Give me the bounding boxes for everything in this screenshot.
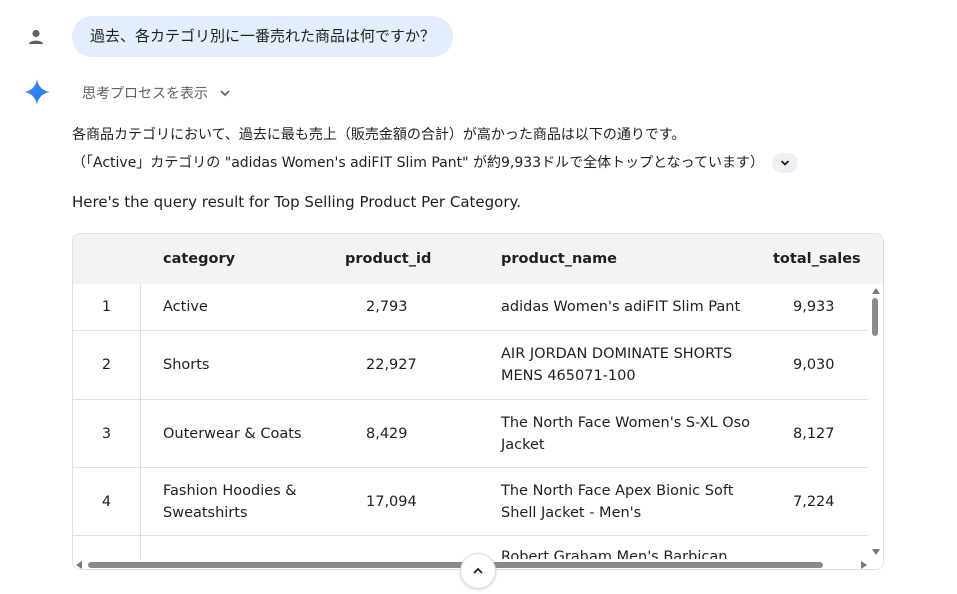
- header-category[interactable]: category: [163, 234, 235, 284]
- scroll-left-arrow-icon[interactable]: [76, 561, 82, 569]
- vertical-scroll-thumb[interactable]: [872, 298, 878, 336]
- cell-category: Outerwear & Coats: [163, 425, 302, 442]
- answer-line-2-container: （「Active」カテゴリの "adidas Women's adiFIT Sl…: [72, 149, 798, 177]
- cell-product-id: 8,429: [366, 425, 408, 442]
- chevron-down-icon: [220, 90, 230, 97]
- sparkle-icon: [24, 79, 50, 105]
- cell-product-name: Robert Graham Men's Barbican: [501, 549, 728, 559]
- header-product-id[interactable]: product_id: [345, 234, 431, 284]
- cell-product-id: 22,927: [366, 357, 417, 373]
- cell-total-sales: 9,933: [793, 299, 835, 315]
- user-message-row: 過去、各カテゴリ別に一番売れた商品は何ですか？: [0, 0, 957, 70]
- cell-product-name: AIR JORDAN DOMINATE SHORTS MENS 465071-1…: [501, 346, 733, 384]
- person-icon: [29, 29, 43, 44]
- query-result-caption: Here's the query result for Top Selling …: [72, 193, 522, 211]
- answer-line-1: 各商品カテゴリにおいて、過去に最も売上（販売金額の合計）が高かった商品は以下の通…: [72, 127, 686, 143]
- header-product-name[interactable]: product_name: [501, 234, 617, 284]
- cell-total-sales: 8,127: [793, 425, 835, 442]
- results-table: category product_id product_name total_s…: [72, 233, 884, 570]
- cell-product-id: 17,094: [366, 493, 417, 510]
- chevron-up-icon: [473, 567, 483, 574]
- table-row: 1 Active 2,793 adidas Women's adiFIT Sli…: [73, 284, 870, 331]
- row-index: [73, 536, 141, 559]
- assistant-answer: 各商品カテゴリにおいて、過去に最も売上（販売金額の合計）が高かった商品は以下の通…: [72, 121, 798, 177]
- table-body: 1 Active 2,793 adidas Women's adiFIT Sli…: [73, 284, 870, 559]
- show-thinking-label: 思考プロセスを表示: [82, 86, 208, 102]
- cell-total-sales: 9,030: [793, 357, 835, 373]
- answer-line-2: （「Active」カテゴリの "adidas Women's adiFIT Sl…: [72, 155, 764, 171]
- cell-product-id: 2,793: [366, 299, 408, 315]
- scroll-to-top-button[interactable]: [460, 553, 496, 589]
- cell-category: Shorts: [163, 357, 210, 373]
- scroll-right-arrow-icon[interactable]: [861, 561, 867, 569]
- cell-product-name: The North Face Apex Bionic Soft Shell Ja…: [501, 482, 734, 521]
- cell-product-name: adidas Women's adiFIT Slim Pant: [501, 299, 741, 315]
- user-message-bubble: 過去、各カテゴリ別に一番売れた商品は何ですか？: [72, 16, 454, 57]
- cell-category: Active: [163, 299, 208, 315]
- row-index: 4: [73, 468, 141, 535]
- table-header: category product_id product_name total_s…: [73, 234, 883, 284]
- cell-category: Fashion Hoodies & Sweatshirts: [163, 482, 297, 521]
- expand-button[interactable]: [771, 153, 798, 173]
- table-row: 2 Shorts 22,927 AIR JORDAN DOMINATE SHOR…: [73, 331, 870, 400]
- vertical-scrollbar[interactable]: [868, 284, 883, 559]
- table-row: 3 Outerwear & Coats 8,429 The North Face…: [73, 400, 870, 468]
- row-index: 3: [73, 400, 141, 467]
- header-total-sales[interactable]: total_sales: [773, 234, 861, 284]
- cell-total-sales: 7,224: [793, 493, 835, 510]
- scroll-up-arrow-icon[interactable]: [872, 288, 880, 294]
- row-index: 1: [73, 284, 141, 330]
- horizontal-scroll-thumb[interactable]: [88, 562, 823, 568]
- show-thinking-toggle[interactable]: 思考プロセスを表示: [82, 82, 232, 104]
- row-index: 2: [73, 331, 141, 399]
- cell-product-name: The North Face Women's S-XL Oso Jacket: [501, 414, 751, 453]
- chevron-down-icon: [780, 160, 790, 166]
- table-row: 4 Fashion Hoodies & Sweatshirts 17,094 T…: [73, 468, 870, 536]
- scroll-down-arrow-icon[interactable]: [872, 549, 880, 555]
